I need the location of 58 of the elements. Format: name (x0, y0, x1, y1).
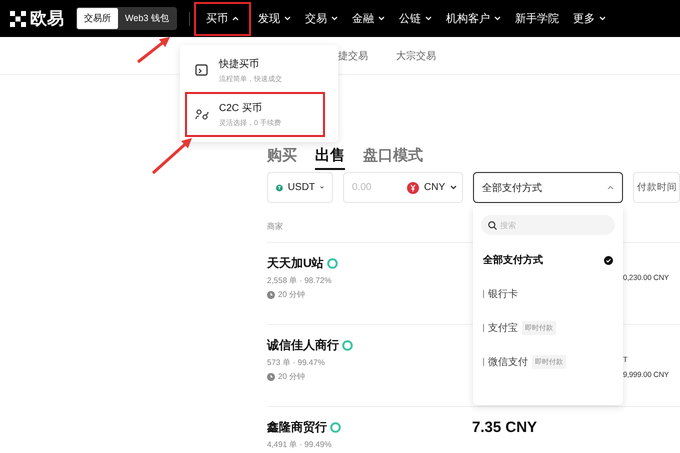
column-header: 商家 (267, 222, 283, 231)
nav-item[interactable]: 新手学院 (508, 2, 566, 36)
tether-icon (276, 182, 283, 194)
nav-item[interactable]: 买币 (194, 2, 251, 36)
clock-icon (267, 372, 275, 380)
mode-tab[interactable]: 交易所 (77, 8, 118, 29)
method-marker (483, 290, 484, 298)
order-stats: 573 单 · 99.47% (267, 357, 326, 368)
logo-text: 欧易 (30, 8, 64, 30)
merchant-name[interactable]: 诚信佳人商行 (267, 337, 339, 354)
search-field[interactable]: 搜索 (481, 215, 615, 235)
chevron-down-icon (330, 16, 338, 21)
payment-time: 20 分钟 (278, 371, 306, 382)
nav-item[interactable]: 更多 (566, 2, 613, 36)
logo-icon (10, 10, 26, 26)
verified-icon (342, 340, 353, 351)
sort-select[interactable]: 付款时间 (633, 172, 680, 203)
chevron-up-icon (232, 16, 239, 21)
price: 7.35 CNY (472, 419, 538, 436)
chevron-down-icon (284, 16, 291, 21)
nav-item[interactable]: 发现 (250, 2, 298, 36)
merchant-name[interactable]: 天天加U站 (267, 255, 324, 272)
method-marker (483, 324, 484, 332)
chevron-down-icon (378, 16, 385, 21)
chevron-down-icon (494, 16, 501, 21)
clock-icon (267, 290, 275, 298)
order-stats: 2,558 单 · 98.72% (267, 275, 332, 286)
order-stats: 4,491 单 · 99.49% (267, 439, 332, 450)
trade-tab[interactable]: 盘口模式 (363, 146, 423, 170)
nav-item[interactable]: 机构客户 (438, 2, 508, 36)
crypto-select[interactable]: USDT (267, 172, 333, 203)
sub-nav-link[interactable]: 大宗交易 (396, 48, 436, 62)
payment-select[interactable]: 全部支付方式 (473, 172, 623, 203)
chevron-down-icon (598, 16, 606, 21)
check-icon (604, 256, 613, 264)
payment-time: 20 分钟 (278, 289, 306, 300)
nav-item[interactable]: 金融 (344, 2, 392, 36)
amount-field[interactable]: 0.00 CNY (343, 172, 463, 203)
trade-tab[interactable]: 出售 (315, 146, 345, 170)
nav-item[interactable]: 公链 (392, 2, 439, 36)
verified-icon (326, 258, 338, 269)
annotation-arrow (137, 37, 170, 64)
merchant-name[interactable]: 鑫隆商贸行 (267, 419, 327, 436)
method-marker (483, 358, 484, 366)
chevron-down-icon (424, 16, 432, 21)
mode-toggle[interactable]: 交易所 Web3 钱包 (76, 7, 177, 30)
card-icon (195, 63, 209, 78)
nav-item[interactable]: 交易 (298, 2, 345, 36)
yuan-icon (407, 182, 419, 194)
chevron-up-icon (607, 185, 614, 190)
fiat-select[interactable]: CNY (424, 182, 446, 193)
search-icon (488, 220, 497, 230)
verified-icon (330, 422, 341, 433)
sub-nav-link[interactable]: 捷交易 (338, 48, 368, 62)
annotation-arrow (152, 138, 192, 174)
trade-tab[interactable]: 购买 (267, 146, 297, 170)
users-icon (195, 108, 209, 122)
chevron-down-icon (450, 185, 458, 190)
